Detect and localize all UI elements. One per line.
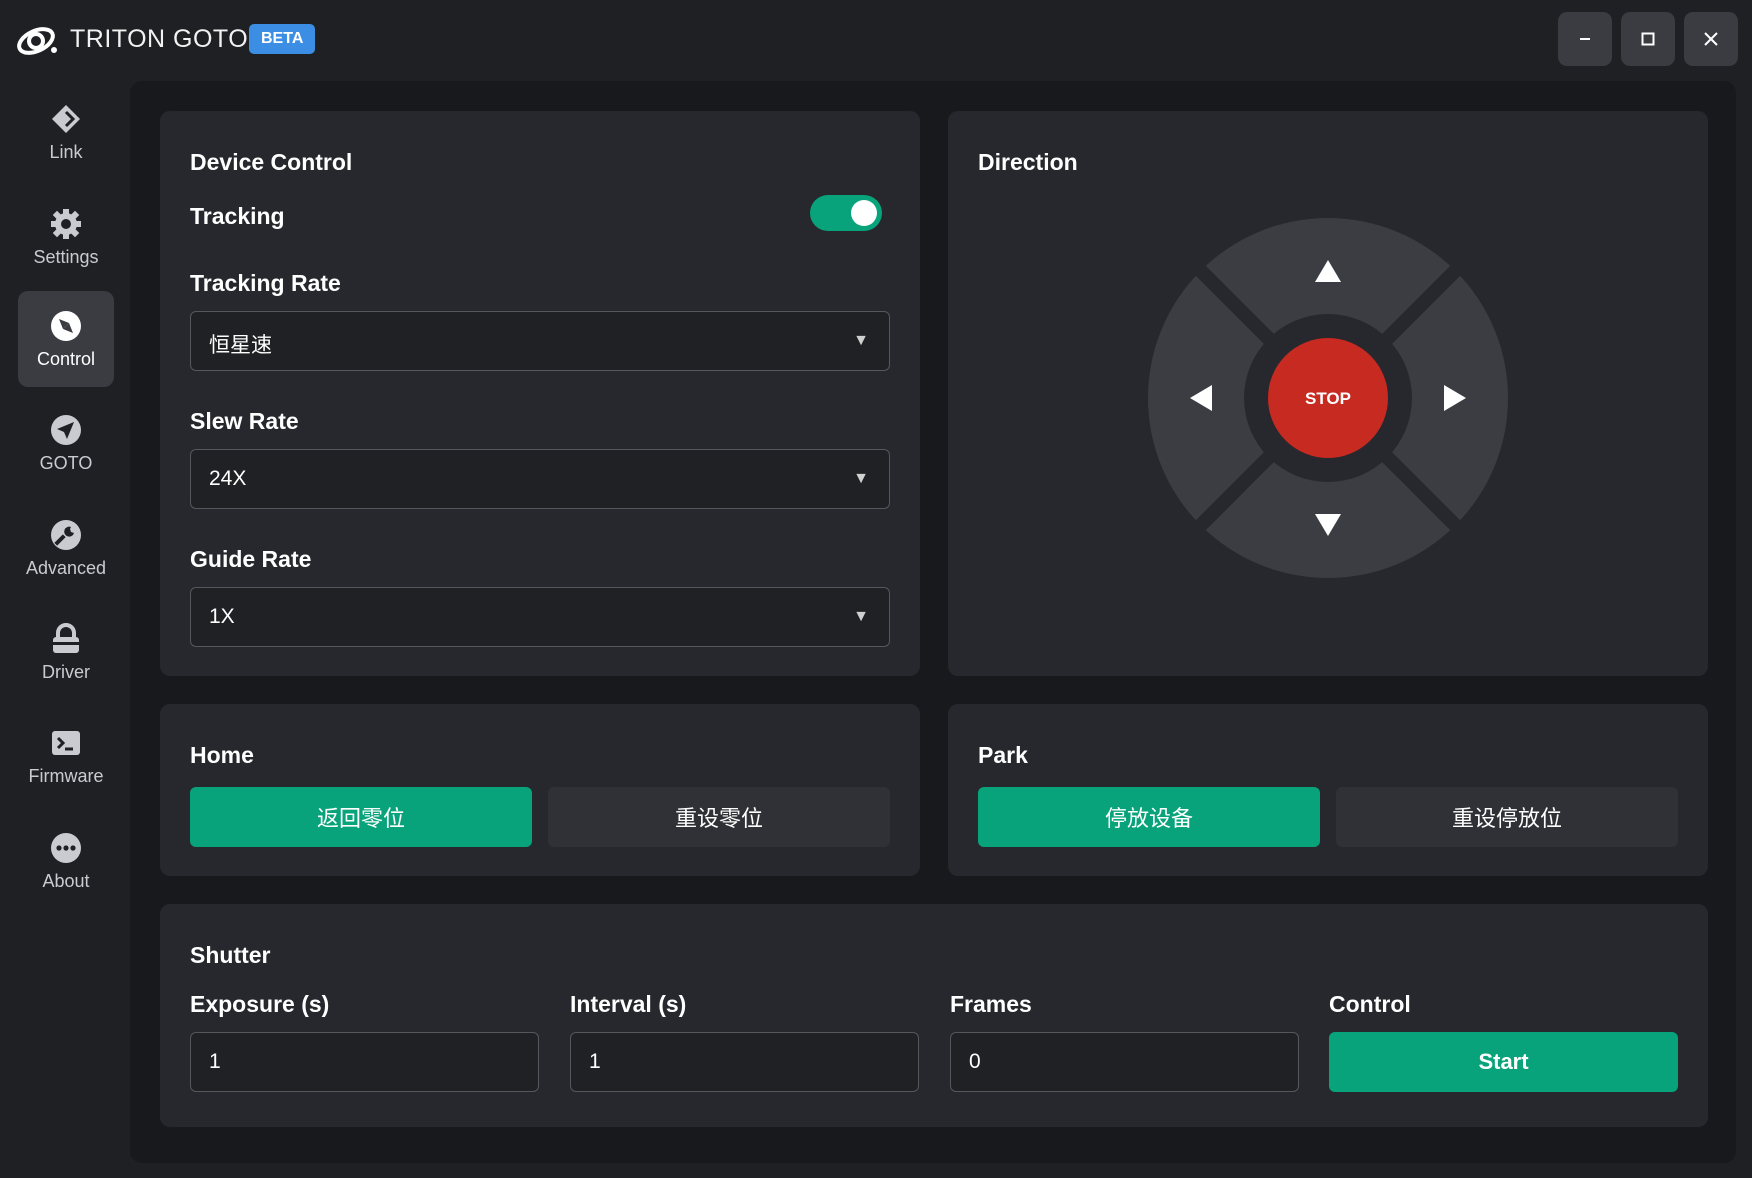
toggle-knob bbox=[851, 200, 877, 226]
sidebar-item-link[interactable]: Link bbox=[18, 84, 114, 180]
chevron-down-icon: ▼ bbox=[853, 608, 869, 625]
terminal-icon bbox=[52, 730, 80, 755]
sidebar-item-about[interactable]: About bbox=[18, 813, 114, 909]
gear-icon bbox=[51, 208, 81, 239]
home-title: Home bbox=[190, 742, 254, 768]
sidebar-item-driver[interactable]: Driver bbox=[18, 604, 114, 700]
main-content: Device Control Tracking Tracking Rate 恒星… bbox=[130, 81, 1736, 1163]
sidebar-item-label: Link bbox=[49, 141, 83, 162]
sidebar-item-label: GOTO bbox=[39, 452, 93, 473]
guide-rate-value: 1X bbox=[209, 605, 235, 628]
park-card: Park 停放设备 重设停放位 bbox=[948, 704, 1708, 876]
minimize-icon bbox=[1580, 38, 1590, 40]
direction-title: Direction bbox=[978, 149, 1078, 175]
beta-badge: BETA bbox=[249, 24, 316, 54]
interval-label: Interval (s) bbox=[570, 991, 687, 1017]
minimize-button[interactable] bbox=[1558, 12, 1612, 66]
sidebar-item-label: Advanced bbox=[25, 557, 107, 578]
chevron-down-icon: ▼ bbox=[853, 470, 869, 487]
interval-input[interactable]: 1 bbox=[570, 1032, 919, 1092]
sidebar: Link Settings Control GOTO Advanced Driv… bbox=[0, 80, 130, 1178]
tracking-rate-label: Tracking Rate bbox=[190, 270, 341, 296]
wrench-icon bbox=[51, 519, 81, 550]
maximize-button[interactable] bbox=[1621, 12, 1675, 66]
frames-value: 0 bbox=[969, 1050, 981, 1073]
direction-card: Direction STOP bbox=[948, 111, 1708, 676]
shutter-card: Shutter Exposure (s) 1 Interval (s) 1 Fr… bbox=[160, 904, 1708, 1127]
device-control-title: Device Control bbox=[190, 149, 353, 175]
interval-value: 1 bbox=[589, 1050, 601, 1073]
chevron-down-icon: ▼ bbox=[853, 332, 869, 349]
start-button[interactable]: Start bbox=[1329, 1032, 1678, 1092]
shutter-title: Shutter bbox=[190, 942, 271, 968]
title-bar: TRITON GOTO BETA bbox=[0, 0, 1752, 80]
exposure-input[interactable]: 1 bbox=[190, 1032, 539, 1092]
guide-rate-label: Guide Rate bbox=[190, 546, 312, 572]
frames-label: Frames bbox=[950, 991, 1032, 1017]
control-label: Control bbox=[1329, 991, 1411, 1017]
park-title: Park bbox=[978, 742, 1028, 768]
device-control-card: Device Control Tracking Tracking Rate 恒星… bbox=[160, 111, 920, 676]
sidebar-item-settings[interactable]: Settings bbox=[18, 189, 114, 285]
stop-label: STOP bbox=[1305, 389, 1351, 408]
sidebar-item-advanced[interactable]: Advanced bbox=[18, 500, 114, 596]
park-device-button[interactable]: 停放设备 bbox=[978, 787, 1320, 847]
slew-rate-select[interactable]: 24X ▼ bbox=[190, 449, 890, 509]
sidebar-item-label: About bbox=[42, 870, 90, 891]
maximize-icon bbox=[1641, 32, 1655, 46]
app-logo-icon bbox=[17, 27, 57, 55]
sidebar-item-label: Driver bbox=[42, 661, 90, 682]
sidebar-item-goto[interactable]: GOTO bbox=[18, 395, 114, 491]
reset-home-button[interactable]: 重设零位 bbox=[548, 787, 890, 847]
more-icon bbox=[51, 832, 81, 863]
sidebar-item-label: Firmware bbox=[28, 765, 104, 786]
slew-rate-value: 24X bbox=[209, 467, 247, 490]
link-icon bbox=[52, 104, 80, 133]
tracking-label: Tracking bbox=[190, 203, 285, 229]
app-title: TRITON GOTO bbox=[70, 25, 249, 53]
navigation-icon bbox=[51, 414, 81, 445]
control-icon bbox=[51, 310, 81, 341]
home-card: Home 返回零位 重设零位 bbox=[160, 704, 920, 876]
tracking-rate-value: 恒星速 bbox=[209, 334, 272, 357]
exposure-label: Exposure (s) bbox=[190, 991, 330, 1017]
return-home-button[interactable]: 返回零位 bbox=[190, 787, 532, 847]
sidebar-item-label: Settings bbox=[33, 246, 99, 267]
lock-icon bbox=[53, 622, 79, 653]
close-icon bbox=[1704, 32, 1718, 46]
direction-pad: STOP bbox=[1148, 218, 1508, 578]
stop-button[interactable]: STOP bbox=[1268, 338, 1388, 458]
slew-rate-label: Slew Rate bbox=[190, 408, 299, 434]
sidebar-item-label: Control bbox=[36, 348, 96, 369]
guide-rate-select[interactable]: 1X ▼ bbox=[190, 587, 890, 647]
close-button[interactable] bbox=[1684, 12, 1738, 66]
frames-input[interactable]: 0 bbox=[950, 1032, 1299, 1092]
sidebar-item-control[interactable]: Control bbox=[18, 291, 114, 387]
exposure-value: 1 bbox=[209, 1050, 221, 1073]
reset-park-button[interactable]: 重设停放位 bbox=[1336, 787, 1678, 847]
tracking-toggle[interactable] bbox=[810, 195, 882, 231]
tracking-rate-select[interactable]: 恒星速 ▼ bbox=[190, 311, 890, 371]
sidebar-item-firmware[interactable]: Firmware bbox=[18, 708, 114, 804]
